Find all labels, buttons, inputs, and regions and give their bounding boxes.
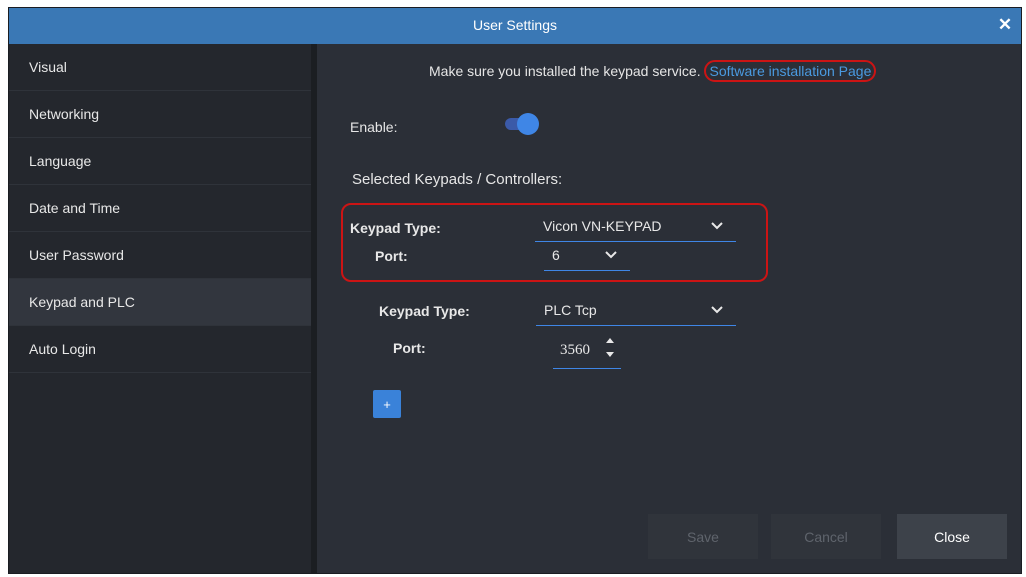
title-bar: User Settings ✕ [9, 8, 1021, 44]
user-settings-dialog: User Settings ✕ Visual Networking Langua… [8, 7, 1022, 574]
sidebar-item-user-password[interactable]: User Password [9, 232, 311, 279]
enable-toggle[interactable] [505, 113, 539, 135]
close-button[interactable]: Close [897, 514, 1007, 559]
keypad-type-select[interactable]: PLC Tcp [536, 299, 736, 326]
keypad-type-label: Keypad Type: [379, 303, 470, 319]
chevron-down-icon [711, 222, 723, 230]
chevron-down-icon [711, 306, 723, 314]
sidebar-item-label: User Password [29, 247, 124, 263]
notice-text: Make sure you installed the keypad servi… [429, 63, 701, 79]
port-spinner[interactable]: 3560 [553, 332, 621, 369]
plus-icon: + [383, 396, 391, 412]
sidebar-item-keypad-and-plc[interactable]: Keypad and PLC [9, 279, 311, 326]
sidebar-item-label: Keypad and PLC [29, 294, 135, 310]
port-value: 3560 [560, 342, 590, 358]
port-label: Port: [393, 340, 426, 356]
sidebar-item-label: Date and Time [29, 200, 121, 216]
cancel-button[interactable]: Cancel [771, 514, 881, 559]
sidebar-item-label: Visual [29, 59, 67, 75]
sidebar-item-language[interactable]: Language [9, 138, 311, 185]
enable-label: Enable: [350, 119, 398, 135]
save-button[interactable]: Save [648, 514, 758, 559]
port-label: Port: [375, 248, 408, 264]
toggle-knob [517, 113, 539, 135]
section-title: Selected Keypads / Controllers: [352, 171, 563, 188]
software-installation-link[interactable]: Software installation Page [704, 60, 877, 82]
keypad-type-value: PLC Tcp [544, 302, 597, 318]
keypad-settings-panel: Make sure you installed the keypad servi… [317, 44, 1021, 573]
chevron-down-icon [605, 251, 617, 259]
sidebar-item-auto-login[interactable]: Auto Login [9, 326, 311, 373]
add-keypad-button[interactable]: + [373, 390, 401, 418]
spinner-down-icon[interactable] [605, 350, 615, 360]
port-select[interactable]: 6 [544, 244, 630, 271]
sidebar-item-date-and-time[interactable]: Date and Time [9, 185, 311, 232]
install-notice: Make sure you installed the keypad servi… [429, 60, 877, 82]
dialog-title: User Settings [472, 17, 558, 33]
spinner-up-icon[interactable] [605, 335, 615, 345]
keypad-type-select[interactable]: Vicon VN-KEYPAD [535, 215, 736, 242]
keypad-type-value: Vicon VN-KEYPAD [543, 218, 662, 234]
sidebar-item-label: Language [29, 153, 92, 169]
close-icon[interactable]: ✕ [993, 12, 1017, 38]
settings-sidebar: Visual Networking Language Date and Time… [9, 44, 311, 573]
keypad-type-label: Keypad Type: [350, 220, 441, 236]
sidebar-item-label: Auto Login [29, 341, 96, 357]
sidebar-item-visual[interactable]: Visual [9, 44, 311, 91]
sidebar-item-label: Networking [29, 106, 100, 122]
port-value: 6 [552, 247, 560, 263]
sidebar-item-networking[interactable]: Networking [9, 91, 311, 138]
